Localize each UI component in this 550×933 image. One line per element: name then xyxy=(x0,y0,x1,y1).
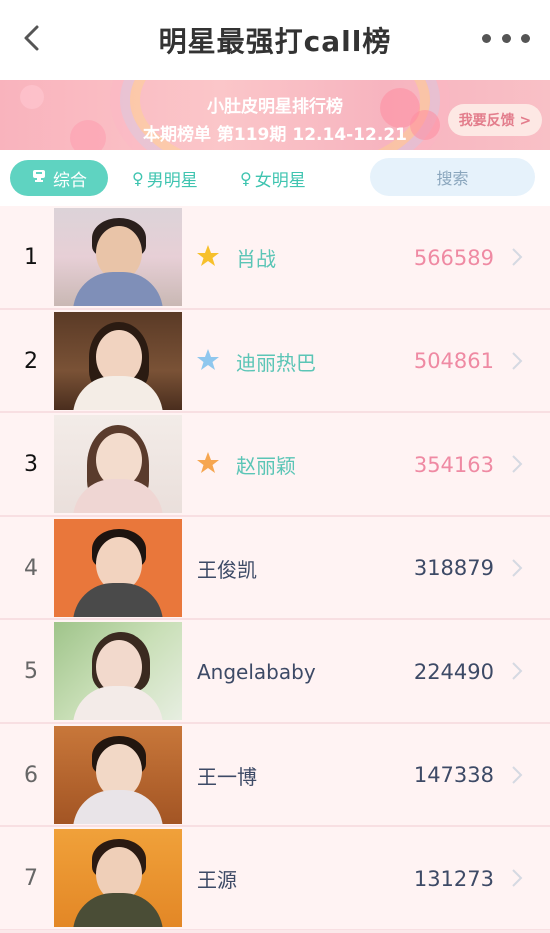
star-name: 王源 xyxy=(197,868,237,892)
vote-count: 224490 xyxy=(413,659,494,684)
star-icon xyxy=(197,452,219,473)
tab-all-label: 综合 xyxy=(53,170,87,191)
avatar xyxy=(54,208,182,306)
star-icon xyxy=(197,348,219,370)
avatar xyxy=(54,415,182,513)
chevron-right-icon xyxy=(512,248,523,266)
tab-all[interactable]: 综合 xyxy=(10,160,108,196)
star-name: 赵丽颖 xyxy=(236,454,296,478)
rank-number: 6 xyxy=(24,762,38,788)
avatar xyxy=(54,725,182,824)
back-icon[interactable] xyxy=(18,24,46,52)
ranking-list: 1 肖战 566589 2 迪丽热巴 504861 3 赵丽颖 354163 4 xyxy=(0,206,550,931)
star-icon xyxy=(197,245,219,266)
filter-bar: 综合 ♀ 男明星 ♀ 女明星 搜索 xyxy=(0,150,550,206)
rank-number: 5 xyxy=(24,659,38,684)
list-item[interactable]: 3 赵丽颖 354163 xyxy=(0,413,550,517)
tab-female[interactable]: ♀ 女明星 xyxy=(240,160,306,196)
feedback-button[interactable]: 我要反馈 > xyxy=(448,104,542,136)
list-item[interactable]: 7 王源 131273 xyxy=(0,827,550,931)
star-name: 肖战 xyxy=(236,247,276,271)
ranking-banner: 小肚皮明星排行榜 本期榜单 第119期 12.14-12.21 我要反馈 > xyxy=(0,80,550,150)
vote-count: 354163 xyxy=(413,452,494,477)
rank-number: 1 xyxy=(24,245,38,270)
chevron-right-icon xyxy=(512,351,523,370)
vote-count: 504861 xyxy=(413,349,494,373)
avatar xyxy=(54,518,182,617)
star-name: 迪丽热巴 xyxy=(236,350,316,375)
chevron-right-icon xyxy=(512,455,523,473)
trophy-icon xyxy=(31,169,47,187)
avatar xyxy=(54,829,182,927)
list-item[interactable]: 6 王一博 147338 xyxy=(0,723,550,827)
banner-dates: 12.14-12.21 xyxy=(292,125,407,145)
avatar xyxy=(54,311,182,410)
banner-issue: 本期榜单 第119期 xyxy=(142,125,287,145)
vote-count: 318879 xyxy=(413,556,494,580)
tab-male[interactable]: ♀ 男明星 xyxy=(132,160,198,196)
list-item[interactable]: 4 王俊凯 318879 xyxy=(0,516,550,620)
list-item[interactable]: 2 迪丽热巴 504861 xyxy=(0,309,550,413)
tab-male-label: 男明星 xyxy=(146,170,198,191)
star-name: Angelababy xyxy=(197,659,316,684)
page-title: 明星最强打call榜 xyxy=(158,25,392,58)
vote-count: 147338 xyxy=(413,763,494,787)
more-dots-icon[interactable] xyxy=(482,26,530,50)
star-name: 王俊凯 xyxy=(197,557,257,582)
rank-number: 2 xyxy=(24,348,38,374)
chevron-right-icon xyxy=(512,558,523,577)
list-item[interactable]: 5 Angelababy 224490 xyxy=(0,620,550,724)
chevron-right-icon xyxy=(512,869,523,887)
search-input[interactable]: 搜索 xyxy=(370,158,535,196)
tab-female-label: 女明星 xyxy=(254,170,306,191)
top-navbar: 明星最强打call榜 xyxy=(0,0,550,80)
avatar xyxy=(54,622,182,720)
vote-count: 131273 xyxy=(413,866,494,891)
rank-number: 3 xyxy=(24,452,38,477)
female-symbol-icon: ♀ xyxy=(240,168,252,188)
rank-number: 4 xyxy=(24,555,38,581)
list-item[interactable]: 1 肖战 566589 xyxy=(0,206,550,310)
chevron-right-icon xyxy=(512,765,523,784)
chevron-right-icon xyxy=(512,662,523,680)
rank-number: 7 xyxy=(24,866,38,891)
star-name: 王一博 xyxy=(197,764,257,789)
vote-count: 566589 xyxy=(413,245,494,270)
female-symbol-icon: ♀ xyxy=(132,168,144,188)
